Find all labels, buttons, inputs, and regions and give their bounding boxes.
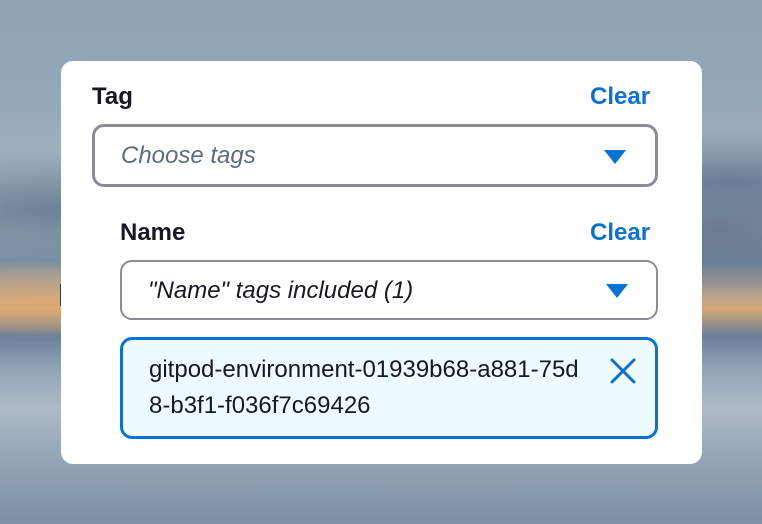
selected-tag-value: gitpod-environment-01939b68-a881-75d8-b3…	[149, 356, 579, 419]
caret-down-icon	[606, 284, 628, 298]
tag-select-placeholder: Choose tags	[121, 142, 256, 169]
name-select[interactable]: "Name" tags included (1)	[120, 260, 658, 320]
name-select-value: "Name" tags included (1)	[148, 277, 414, 304]
close-icon[interactable]	[608, 356, 638, 386]
tag-filter-panel: Tag Clear Choose tags Name Clear "Name" …	[61, 61, 702, 464]
tag-select[interactable]: Choose tags	[92, 124, 658, 187]
tag-clear-link[interactable]: Clear	[590, 83, 650, 111]
tag-label: Tag	[92, 83, 133, 110]
name-label: Name	[120, 219, 186, 246]
caret-down-icon	[604, 150, 626, 164]
name-clear-link[interactable]: Clear	[590, 219, 650, 247]
selected-tag-token: gitpod-environment-01939b68-a881-75d8-b3…	[120, 337, 658, 439]
